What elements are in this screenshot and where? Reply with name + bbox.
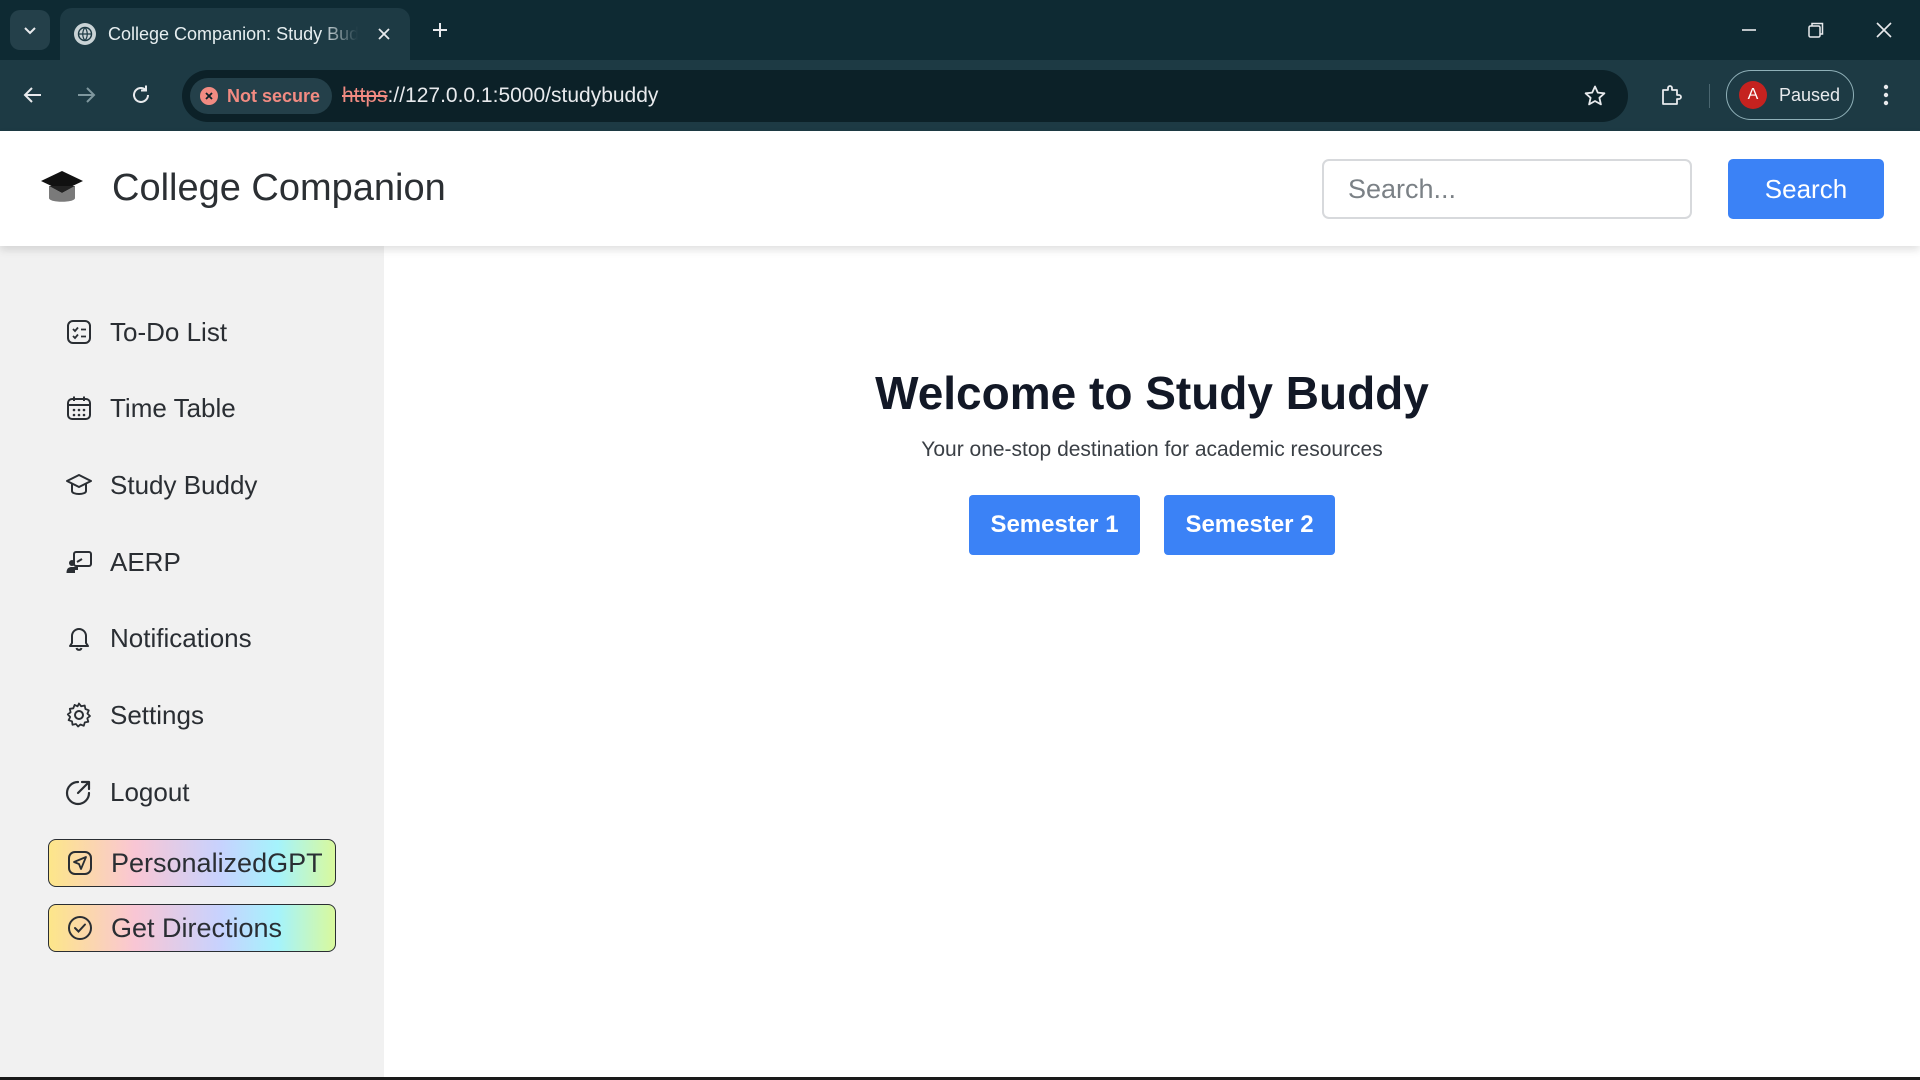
bookmark-button[interactable] <box>1578 79 1612 113</box>
logout-icon <box>64 777 94 807</box>
sidebar-item-label: To-Do List <box>110 316 228 347</box>
main-content: Welcome to Study Buddy Your one-stop des… <box>384 246 1920 1080</box>
warning-icon <box>200 87 218 105</box>
toolbar-divider <box>1709 84 1710 108</box>
star-icon <box>1584 85 1606 106</box>
not-secure-label: Not secure <box>227 85 321 106</box>
calendar-icon <box>64 393 94 423</box>
address-bar[interactable]: Not secure https://127.0.0.1:5000/studyb… <box>182 70 1628 122</box>
sidebar-item-logout[interactable]: Logout <box>64 772 190 812</box>
sidebar-item-time-table[interactable]: Time Table <box>64 388 236 428</box>
sidebar-item-label: Logout <box>110 776 190 807</box>
more-vertical-icon <box>1883 84 1889 106</box>
restore-button[interactable] <box>1794 8 1838 52</box>
arrow-right-icon <box>78 87 96 103</box>
sidebar-item-label: Settings <box>110 699 204 730</box>
sidebar-item-todo-list[interactable]: To-Do List <box>64 312 227 352</box>
minimize-button[interactable] <box>1727 8 1771 52</box>
puzzle-icon <box>1662 85 1682 105</box>
url-scheme: https <box>342 84 388 107</box>
personalized-gpt-button[interactable]: PersonalizedGPT <box>48 839 336 887</box>
forward-button[interactable] <box>65 74 107 116</box>
back-button[interactable] <box>12 74 54 116</box>
new-tab-button[interactable] <box>424 14 456 46</box>
page-subtitle: Your one-stop destination for academic r… <box>921 438 1383 461</box>
url-path: ://127.0.0.1:5000/studybuddy <box>387 84 659 107</box>
profile-button[interactable]: A Paused <box>1726 70 1854 120</box>
avatar: A <box>1739 81 1767 109</box>
url-text[interactable]: https://127.0.0.1:5000/studybuddy <box>342 84 658 108</box>
sidebar-item-settings[interactable]: Settings <box>64 695 204 735</box>
plus-icon <box>433 23 447 37</box>
close-icon <box>1876 22 1892 38</box>
checklist-icon <box>64 317 94 347</box>
reload-icon <box>133 85 149 103</box>
graduation-cap-icon <box>64 470 94 500</box>
globe-icon <box>74 23 96 45</box>
send-icon <box>65 848 95 878</box>
search-input[interactable] <box>1322 159 1692 219</box>
sidebar-item-label: Time Table <box>110 392 236 423</box>
minimize-icon <box>1742 29 1756 31</box>
tab-title: College Companion: Study Buddy <box>108 23 358 44</box>
browser-tab-bar: College Companion: Study Buddy <box>0 0 1920 60</box>
get-directions-button[interactable]: Get Directions <box>48 904 336 952</box>
gear-icon <box>64 700 94 730</box>
extensions-button[interactable] <box>1650 74 1692 116</box>
sidebar-item-label: Study Buddy <box>110 469 258 500</box>
personalized-gpt-label: PersonalizedGPT <box>111 847 323 878</box>
tab-search-button[interactable] <box>10 10 50 50</box>
sidebar-item-notifications[interactable]: Notifications <box>64 618 252 658</box>
sidebar-item-study-buddy[interactable]: Study Buddy <box>64 465 257 505</box>
semester-2-button[interactable]: Semester 2 <box>1164 495 1335 555</box>
browser-toolbar: Not secure https://127.0.0.1:5000/studyb… <box>0 60 1920 131</box>
browser-menu-button[interactable] <box>1868 74 1904 116</box>
chevron-down-icon <box>24 27 36 35</box>
page-title: Welcome to Study Buddy <box>875 367 1429 419</box>
reload-button[interactable] <box>120 74 162 116</box>
app-title: College Companion <box>112 167 446 209</box>
graduation-cap-logo-icon <box>41 171 83 202</box>
get-directions-label: Get Directions <box>111 912 283 943</box>
app-header: College Companion Search <box>0 131 1920 246</box>
sidebar-item-label: AERP <box>110 546 181 577</box>
profile-status: Paused <box>1779 84 1841 105</box>
semester-1-button[interactable]: Semester 1 <box>969 495 1140 555</box>
restore-icon <box>1808 22 1824 38</box>
check-circle-icon <box>65 913 95 943</box>
sidebar: To-Do List Time Table Study Buddy AERP N… <box>0 246 384 1080</box>
sidebar-item-label: Notifications <box>110 622 252 653</box>
close-icon <box>378 28 390 40</box>
search-button[interactable]: Search <box>1728 159 1884 219</box>
close-window-button[interactable] <box>1862 8 1906 52</box>
sidebar-item-aerp[interactable]: AERP <box>64 542 181 582</box>
browser-tab-active[interactable]: College Companion: Study Buddy <box>60 8 410 60</box>
arrow-left-icon <box>23 87 41 103</box>
bell-icon <box>64 623 94 653</box>
teacher-board-icon <box>64 547 94 577</box>
site-info-chip[interactable]: Not secure <box>190 78 333 114</box>
tab-close-button[interactable] <box>372 22 396 46</box>
